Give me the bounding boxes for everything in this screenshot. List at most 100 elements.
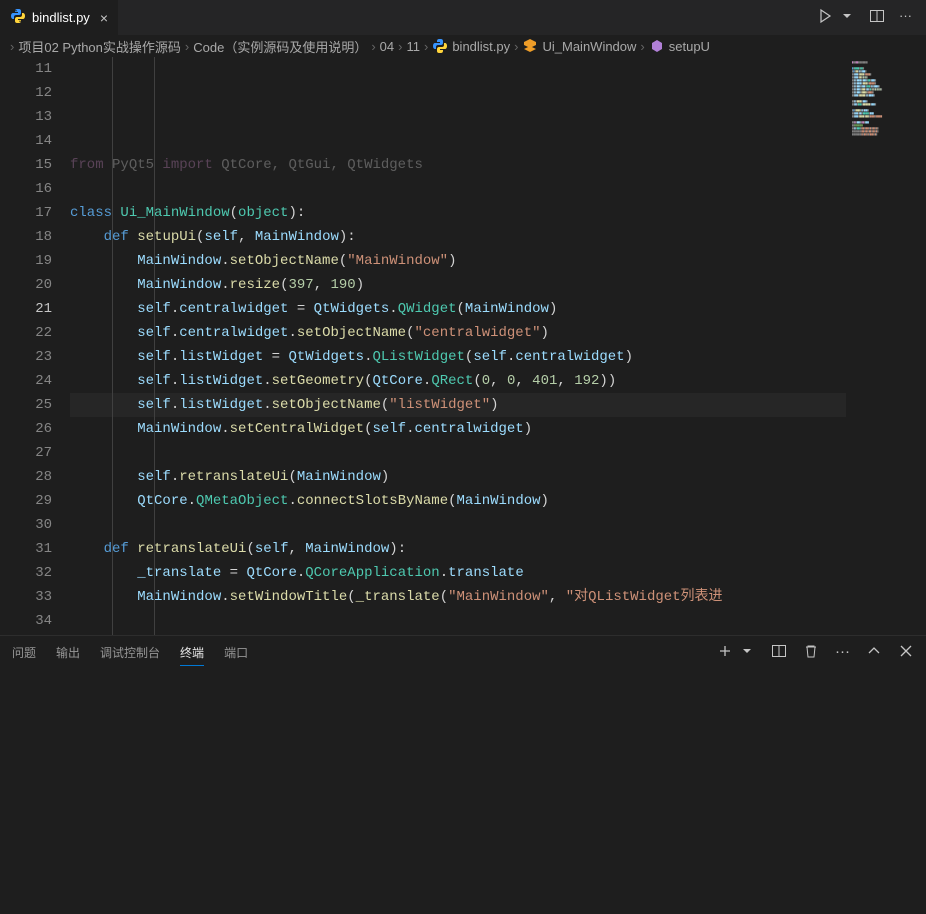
code-line[interactable]: MainWindow.setWindowTitle(_translate("Ma… [70,585,846,609]
panel-tab-问题[interactable]: 问题 [12,640,36,665]
line-number: 29 [0,489,52,513]
code-line[interactable] [70,609,846,633]
breadcrumb-label: setupU [669,39,710,54]
code-line[interactable]: _translate = QtCore.QCoreApplication.tra… [70,561,846,585]
panel-tab-调试控制台[interactable]: 调试控制台 [100,640,160,665]
minimap[interactable]: █████████████ ██████████████████████████… [846,57,926,635]
code-line[interactable]: from PyQt5 import QtCore, QtGui, QtWidge… [70,153,846,177]
close-panel-icon[interactable] [898,643,914,663]
line-number: 34 [0,609,52,633]
breadcrumb-label: bindlist.py [452,39,510,54]
run-button[interactable] [817,8,833,27]
run-dropdown-icon[interactable] [839,8,855,27]
line-number: 11 [0,57,52,81]
tab-close-icon[interactable]: × [100,10,108,26]
class-icon [522,38,538,54]
breadcrumb-label: 04 [380,39,394,54]
code-line[interactable] [70,177,846,201]
maximize-panel-icon[interactable] [866,643,882,663]
breadcrumb-separator: › [371,39,375,54]
line-number: 21 [0,297,52,321]
breadcrumb-separator: › [10,39,14,54]
code-line[interactable]: self.centralwidget.setObjectName("centra… [70,321,846,345]
code-line[interactable]: self.listWidget.setGeometry(QtCore.QRect… [70,369,846,393]
tab-filename: bindlist.py [32,10,90,25]
tab-bar: bindlist.py × ··· [0,0,926,35]
python-icon [10,8,26,27]
line-number: 30 [0,513,52,537]
breadcrumb-separator: › [514,39,518,54]
breadcrumb-item[interactable]: 11 [406,39,420,54]
line-number: 17 [0,201,52,225]
tab-bindlist[interactable]: bindlist.py × [0,0,119,35]
code-line[interactable]: class Ui_MainWindow(object): [70,201,846,225]
editor-actions: ··· [817,8,926,27]
line-number: 15 [0,153,52,177]
line-number: 32 [0,561,52,585]
line-number: 28 [0,465,52,489]
panel-tab-端口[interactable]: 端口 [224,640,248,665]
panel-tabs: 问题输出调试控制台终端端口 ··· [0,636,926,669]
line-number: 33 [0,585,52,609]
code-line[interactable] [70,513,846,537]
breadcrumb-item[interactable]: Code（实例源码及使用说明） [193,37,367,56]
line-number: 14 [0,129,52,153]
breadcrumb-item[interactable]: bindlist.py [432,38,510,54]
panel-actions: ··· [717,643,914,663]
terminal-dropdown-icon[interactable] [739,643,755,663]
code-line[interactable]: MainWindow.resize(397, 190) [70,273,846,297]
breadcrumb-label: 项目02 Python实战操作源码 [18,37,181,56]
line-number: 19 [0,249,52,273]
breadcrumb-label: 11 [406,39,420,54]
code-line[interactable]: MainWindow.setCentralWidget(self.central… [70,417,846,441]
code-line[interactable]: self.listWidget = QtWidgets.QListWidget(… [70,345,846,369]
line-number: 12 [0,81,52,105]
breadcrumb-item[interactable]: 项目02 Python实战操作源码 [18,37,181,56]
breadcrumb-separator: › [398,39,402,54]
code-line[interactable]: self.centralwidget = QtWidgets.QWidget(M… [70,297,846,321]
panel-tab-终端[interactable]: 终端 [180,640,204,666]
breadcrumb-item[interactable]: 04 [380,39,394,54]
code-line[interactable]: from collections import OrderedDict [70,633,846,635]
code-line[interactable]: QtCore.QMetaObject.connectSlotsByName(Ma… [70,489,846,513]
breadcrumb-item[interactable]: setupU [649,38,710,54]
new-terminal-icon[interactable] [717,643,733,663]
breadcrumb-separator: › [640,39,644,54]
line-number: 13 [0,105,52,129]
code-line[interactable]: MainWindow.setObjectName("MainWindow") [70,249,846,273]
terminal-body[interactable] [0,669,926,914]
breadcrumb[interactable]: › 项目02 Python实战操作源码 › Code（实例源码及使用说明） › 04 › 11… [0,35,926,57]
kill-terminal-icon[interactable] [803,643,819,663]
line-number: 16 [0,177,52,201]
line-number: 31 [0,537,52,561]
code-content[interactable]: from PyQt5 import QtCore, QtGui, QtWidge… [70,57,846,635]
panel-more-icon[interactable]: ··· [835,643,850,663]
line-number: 24 [0,369,52,393]
method-icon [649,38,665,54]
line-number: 20 [0,273,52,297]
code-line[interactable]: def retranslateUi(self, MainWindow): [70,537,846,561]
code-editor[interactable]: 1112131415161718192021222324252627282930… [0,57,926,635]
line-number: 26 [0,417,52,441]
code-line[interactable]: self.retranslateUi(MainWindow) [70,465,846,489]
split-editor-icon[interactable] [869,8,885,27]
code-line[interactable]: self.listWidget.setObjectName("listWidge… [70,393,846,417]
more-actions-icon[interactable]: ··· [899,8,912,27]
breadcrumb-label: Code（实例源码及使用说明） [193,37,367,56]
code-line[interactable]: def setupUi(self, MainWindow): [70,225,846,249]
code-line[interactable] [70,441,846,465]
line-number: 27 [0,441,52,465]
line-number: 18 [0,225,52,249]
line-number: 25 [0,393,52,417]
python-icon [432,38,448,54]
breadcrumb-label: Ui_MainWindow [542,39,636,54]
line-number: 23 [0,345,52,369]
bottom-panel: 问题输出调试控制台终端端口 ··· [0,635,926,914]
breadcrumb-separator: › [424,39,428,54]
split-terminal-icon[interactable] [771,643,787,663]
breadcrumb-separator: › [185,39,189,54]
line-number: 35 [0,633,52,635]
line-number-gutter: 1112131415161718192021222324252627282930… [0,57,70,635]
breadcrumb-item[interactable]: Ui_MainWindow [522,38,636,54]
panel-tab-输出[interactable]: 输出 [56,640,80,665]
